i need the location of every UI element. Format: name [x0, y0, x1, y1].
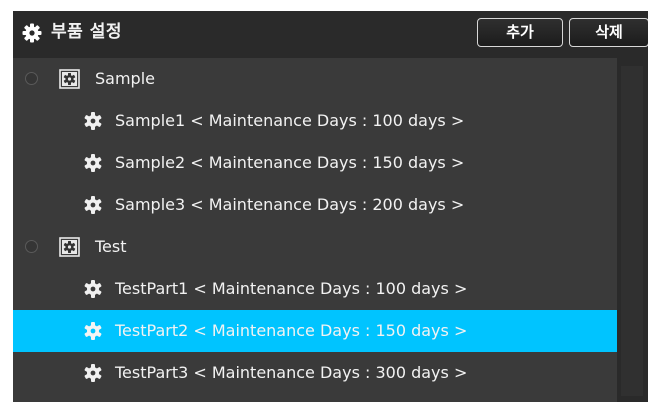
group-radio[interactable]	[25, 240, 38, 253]
group-label: Test	[95, 237, 127, 256]
gear-box-icon	[59, 237, 80, 257]
tree-item[interactable]: TestPart3 < Maintenance Days : 300 days …	[13, 352, 617, 394]
gear-icon	[84, 280, 102, 298]
delete-button[interactable]: 삭제	[569, 18, 648, 47]
item-label: Sample3 < Maintenance Days : 200 days >	[115, 195, 465, 214]
gear-icon	[22, 23, 42, 43]
tree-item[interactable]: TestPart1 < Maintenance Days : 100 days …	[13, 268, 617, 310]
group-radio[interactable]	[25, 72, 38, 85]
item-label: TestPart3 < Maintenance Days : 300 days …	[115, 363, 468, 382]
add-button[interactable]: 추가	[477, 18, 563, 47]
tree-group-sample[interactable]: Sample	[13, 58, 617, 100]
gear-icon	[84, 154, 102, 172]
item-label: TestPart1 < Maintenance Days : 100 days …	[115, 279, 468, 298]
gear-icon	[84, 196, 102, 214]
gear-icon	[84, 112, 102, 130]
gear-icon	[84, 364, 102, 382]
vertical-scrollbar[interactable]	[617, 58, 648, 402]
tree-item[interactable]: Sample3 < Maintenance Days : 200 days >	[13, 184, 617, 226]
parts-settings-panel: 부품 설정 추가 삭제 Sample Sample1 < Maintenance…	[13, 11, 648, 402]
item-label: Sample1 < Maintenance Days : 100 days >	[115, 111, 465, 130]
gear-icon	[84, 322, 102, 340]
panel-title: 부품 설정	[51, 22, 122, 42]
item-label: Sample2 < Maintenance Days : 150 days >	[115, 153, 465, 172]
panel-header: 부품 설정 추가 삭제	[13, 11, 648, 58]
group-label: Sample	[95, 69, 155, 88]
parts-tree: Sample Sample1 < Maintenance Days : 100 …	[13, 58, 617, 402]
tree-item-selected[interactable]: TestPart2 < Maintenance Days : 150 days …	[13, 310, 617, 352]
item-label: TestPart2 < Maintenance Days : 150 days …	[115, 321, 468, 340]
tree-group-test[interactable]: Test	[13, 226, 617, 268]
scrollbar-thumb[interactable]	[621, 66, 643, 396]
tree-item[interactable]: Sample1 < Maintenance Days : 100 days >	[13, 100, 617, 142]
gear-box-icon	[59, 69, 80, 89]
tree-item[interactable]: Sample2 < Maintenance Days : 150 days >	[13, 142, 617, 184]
